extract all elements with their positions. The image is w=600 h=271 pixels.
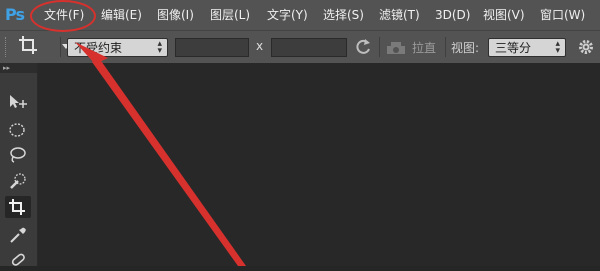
annotation-arrow	[75, 42, 246, 266]
